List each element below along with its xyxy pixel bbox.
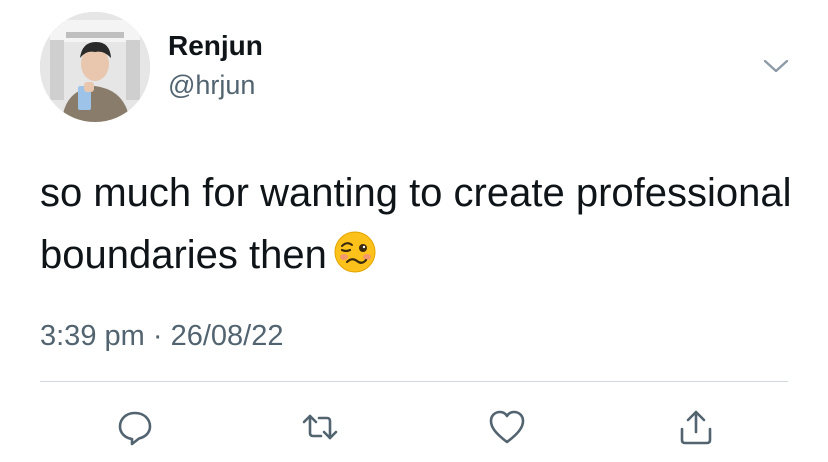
tweet-timestamp[interactable]: 3:39 pm · 26/08/22 <box>40 320 283 353</box>
tweet-text: so much for wanting to create profession… <box>40 162 800 286</box>
woozy-face-emoji <box>333 230 377 274</box>
handle[interactable]: @hrjun <box>168 70 255 101</box>
divider <box>40 381 788 382</box>
chevron-down-icon[interactable] <box>760 50 792 82</box>
retweet-button[interactable] <box>296 403 344 451</box>
reply-icon <box>118 411 152 446</box>
like-button[interactable] <box>483 403 531 451</box>
retweet-icon <box>302 414 338 440</box>
tweet-text-content: so much for wanting to create profession… <box>40 171 792 277</box>
avatar-photo <box>40 12 150 122</box>
reply-button[interactable] <box>111 403 159 451</box>
tweet-date: 26/08/22 <box>170 320 284 352</box>
like-icon <box>489 410 525 444</box>
share-button[interactable] <box>672 403 720 451</box>
share-icon <box>680 410 712 445</box>
display-name[interactable]: Renjun <box>168 30 263 62</box>
avatar[interactable] <box>40 12 150 122</box>
meta-separator: · <box>152 320 163 352</box>
tweet-time: 3:39 pm <box>40 320 145 352</box>
